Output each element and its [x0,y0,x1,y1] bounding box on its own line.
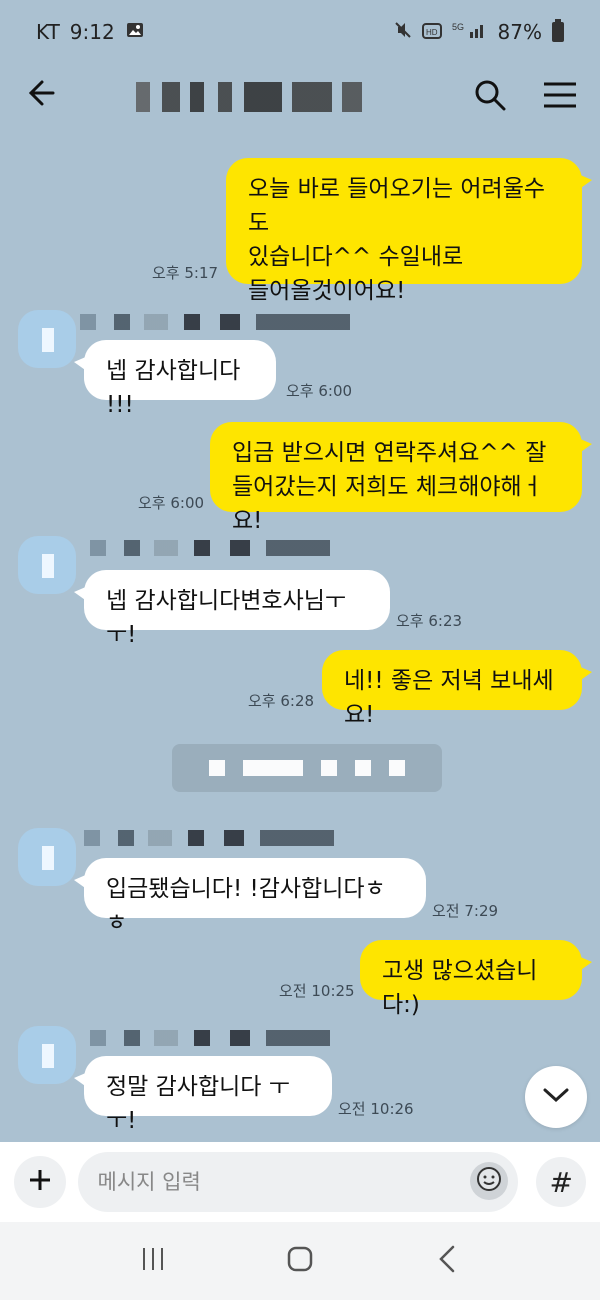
back-button[interactable] [417,1231,477,1291]
other-message-bubble: 넵 감사합니다 !!! [74,340,276,418]
message-time: 오전 10:25 [279,982,355,1000]
contact-avatar[interactable] [18,310,76,368]
hd-icon: HD [421,20,442,44]
hash-button[interactable]: # [536,1157,586,1207]
chat-title-redacted [122,82,412,112]
scroll-down-button[interactable] [525,1066,587,1128]
status-right: HD 5G 87% [394,19,564,45]
emoji-icon [476,1166,502,1196]
message-time: 오후 5:17 [152,264,219,282]
other-message-bubble: 정말 감사합니다 ㅜㅜ! [74,1056,332,1134]
5g-signal-icon: 5G [452,20,488,45]
mute-icon [394,20,412,44]
battery-label: 87% [497,20,542,44]
message-time: 오후 6:00 [286,382,353,400]
system-navigation-bar [0,1222,600,1300]
message-time: 오후 6:28 [248,692,315,710]
contact-avatar[interactable] [18,1026,76,1084]
message-time: 오전 7:29 [432,902,499,920]
svg-text:HD: HD [426,28,438,37]
sender-name-redacted [80,314,350,330]
home-icon [286,1245,314,1277]
my-message-bubble: 고생 많으셨습니다:) [360,940,592,1018]
sender-name-redacted [90,1030,330,1046]
home-button[interactable] [270,1231,330,1291]
chat-header [0,64,600,130]
my-message-bubble: 오늘 바로 들어오기는 어려울수도 있습니다^^ 수일내로 들어올것이어요! [226,158,592,304]
status-left: KT 9:12 [36,20,145,45]
contact-avatar[interactable] [18,536,76,594]
recent-apps-icon [139,1246,167,1276]
my-message-bubble: 입금 받으시면 연락주셔요^^ 잘 들어갔는지 저희도 체크해야해ㅓ요! [210,422,592,534]
contact-avatar[interactable] [18,828,76,886]
carrier-label: KT [36,20,60,44]
message-input-bar: # [0,1142,600,1222]
other-message-bubble: 입금됐습니다! !감사합니다ㅎㅎ [74,858,426,936]
message-time: 오후 6:00 [138,494,205,512]
clock: 9:12 [69,20,115,44]
battery-icon [552,19,564,42]
chevron-down-icon [542,1086,570,1108]
search-icon[interactable] [474,79,506,115]
message-time: 오후 6:23 [396,612,463,630]
back-icon [437,1244,457,1278]
back-arrow-icon[interactable] [22,76,72,119]
gallery-icon [125,20,145,45]
header-actions [474,79,578,115]
status-bar: KT 9:12 HD 5G 87% [0,0,600,64]
emoji-button[interactable] [470,1162,508,1200]
plus-icon [27,1167,53,1197]
my-message-bubble: 네!! 좋은 저녁 보내세요! [322,650,592,728]
recent-apps-button[interactable] [123,1231,183,1291]
plus-button[interactable] [14,1156,66,1208]
date-divider-redacted [172,744,442,792]
hamburger-menu-icon[interactable] [542,81,578,113]
svg-text:5G: 5G [452,22,464,32]
other-message-bubble: 넵 감사합니다변호사님ㅜㅜ! [74,570,390,648]
message-time: 오전 10:26 [338,1100,414,1118]
message-input[interactable] [77,1152,519,1212]
sender-name-redacted [84,830,334,846]
sender-name-redacted [90,540,330,556]
